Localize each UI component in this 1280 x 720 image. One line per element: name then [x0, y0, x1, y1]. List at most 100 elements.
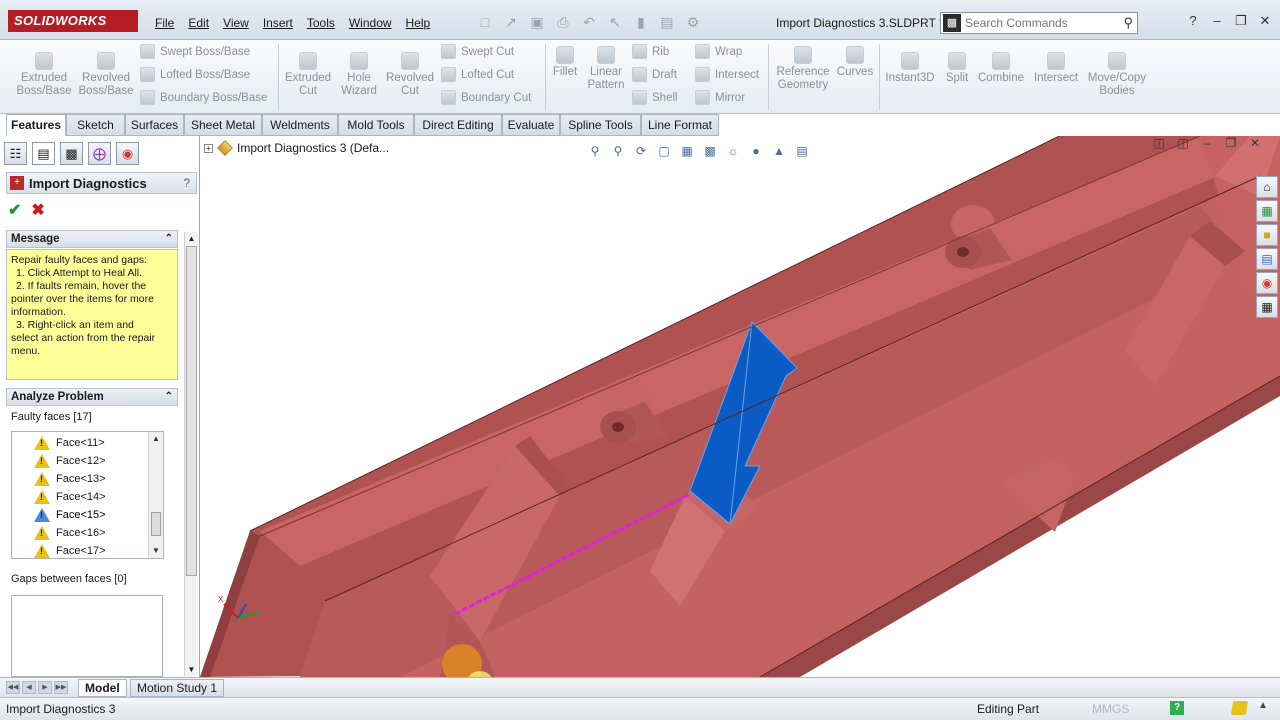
property-manager-tab-icon[interactable]: ▤: [32, 142, 55, 165]
last-tab-icon[interactable]: ▶▶: [54, 681, 68, 694]
scroll-up-icon[interactable]: ▲: [185, 232, 198, 245]
intersect-bodies-button[interactable]: Intersect: [1030, 52, 1082, 85]
boundary-boss-button[interactable]: Boundary Boss/Base: [140, 90, 267, 105]
wrap-button[interactable]: Wrap: [695, 44, 742, 59]
mirror-button[interactable]: Mirror: [695, 90, 745, 105]
combine-button[interactable]: Combine: [976, 52, 1026, 85]
minimize-viewport-icon[interactable]: –: [1200, 136, 1214, 150]
search-type-icon[interactable]: ▩: [943, 14, 961, 32]
new-document-icon[interactable]: □: [474, 12, 496, 32]
hide-show-items-icon[interactable]: ☼: [724, 142, 742, 160]
tree-root-label[interactable]: Import Diagnostics 3 (Defa...: [237, 141, 389, 155]
view-settings-icon[interactable]: ▤: [793, 142, 811, 160]
tab-motion-study-1[interactable]: Motion Study 1: [130, 679, 225, 697]
expand-icon[interactable]: +: [204, 143, 213, 153]
scroll-up-icon[interactable]: ▲: [149, 432, 163, 446]
zoom-to-fit-icon[interactable]: ⚲: [586, 142, 604, 160]
graphics-area[interactable]: + Import Diagnostics 3 (Defa... ⚲ ⚲ ⟳ ▢ …: [200, 136, 1280, 677]
split-button[interactable]: Split: [940, 52, 974, 85]
print-icon[interactable]: ⎙: [552, 12, 574, 32]
file-properties-icon[interactable]: ▤: [656, 12, 678, 32]
display-style-icon[interactable]: ▩: [701, 142, 719, 160]
tab-surfaces[interactable]: Surfaces: [125, 114, 184, 136]
rebuild-status-icon[interactable]: ?: [1170, 701, 1184, 715]
revolved-cut-button[interactable]: Revolved Cut: [384, 52, 436, 98]
instant3d-button[interactable]: Instant3D: [882, 52, 938, 85]
cancel-x-icon[interactable]: ✖: [31, 200, 44, 220]
tab-direct-editing[interactable]: Direct Editing: [414, 114, 502, 136]
close-viewport-icon[interactable]: ✕: [1248, 136, 1262, 150]
search-icon[interactable]: ⚲: [1123, 15, 1133, 31]
status-units[interactable]: MMGS: [1092, 702, 1129, 716]
tab-line-format[interactable]: Line Format: [641, 114, 719, 136]
menu-file[interactable]: File: [148, 14, 181, 32]
collapse-chevron-icon[interactable]: ⌃: [165, 231, 173, 247]
solidworks-logo[interactable]: SOLIDWORKS: [8, 10, 138, 32]
options-icon[interactable]: ⚙: [682, 12, 704, 32]
tab-weldments[interactable]: Weldments: [262, 114, 338, 136]
first-tab-icon[interactable]: ◀◀: [6, 681, 20, 694]
draft-button[interactable]: Draft: [632, 67, 677, 82]
tab-sheet-metal[interactable]: Sheet Metal: [184, 114, 262, 136]
appearances-icon[interactable]: ◉: [1256, 272, 1278, 294]
dimxpert-manager-tab-icon[interactable]: ⨁: [88, 142, 111, 165]
menu-insert[interactable]: Insert: [256, 14, 300, 32]
status-more-icon[interactable]: ▲: [1258, 700, 1268, 711]
boundary-cut-button[interactable]: Boundary Cut: [441, 90, 531, 105]
hole-wizard-button[interactable]: Hole Wizard: [336, 52, 382, 98]
faulty-faces-list[interactable]: Face<11> Face<12> Face<13> Face<14> Face…: [11, 431, 164, 559]
search-commands-input[interactable]: [965, 16, 1115, 30]
list-item[interactable]: Face<17>: [34, 542, 106, 558]
next-tab-icon[interactable]: ▶: [38, 681, 52, 694]
split-horizontal-icon[interactable]: ◫: [1152, 136, 1166, 150]
list-item[interactable]: Face<14>: [34, 488, 106, 506]
home-icon[interactable]: ⌂: [1256, 176, 1278, 198]
list-item[interactable]: Face<15>: [34, 506, 106, 524]
tab-features[interactable]: Features: [6, 114, 66, 136]
restore-viewport-icon[interactable]: ❐: [1224, 136, 1238, 150]
menu-tools[interactable]: Tools: [300, 14, 342, 32]
face-list-scrollbar[interactable]: ▲ ▼: [148, 432, 163, 558]
tab-model[interactable]: Model: [78, 679, 127, 697]
section-view-icon[interactable]: ▢: [655, 142, 673, 160]
curves-button[interactable]: Curves: [834, 46, 876, 79]
scroll-down-icon[interactable]: ▼: [185, 663, 198, 676]
tags-icon[interactable]: [1230, 701, 1249, 715]
tab-mold-tools[interactable]: Mold Tools: [338, 114, 414, 136]
help-button[interactable]: ?: [183, 176, 190, 190]
view-orientation-icon[interactable]: ▦: [678, 142, 696, 160]
display-manager-tab-icon[interactable]: ◉: [116, 142, 139, 165]
lofted-boss-button[interactable]: Lofted Boss/Base: [140, 67, 250, 82]
shell-button[interactable]: Shell: [632, 90, 678, 105]
revolved-boss-button[interactable]: Revolved Boss/Base: [78, 52, 134, 98]
ok-check-icon[interactable]: ✔: [8, 200, 21, 220]
file-explorer-icon[interactable]: ■: [1256, 224, 1278, 246]
swept-boss-button[interactable]: Swept Boss/Base: [140, 44, 250, 59]
reference-geometry-button[interactable]: Reference Geometry: [774, 46, 832, 92]
gaps-list[interactable]: [11, 595, 163, 677]
configuration-manager-tab-icon[interactable]: ▩: [60, 142, 83, 165]
message-group-header[interactable]: Message ⌃: [6, 230, 178, 248]
list-item[interactable]: Face<12>: [34, 452, 106, 470]
swept-cut-button[interactable]: Swept Cut: [441, 44, 514, 59]
minimize-icon[interactable]: –: [1208, 12, 1226, 30]
menu-window[interactable]: Window: [342, 14, 399, 32]
tab-evaluate[interactable]: Evaluate: [502, 114, 560, 136]
scroll-thumb[interactable]: [151, 512, 161, 536]
tab-sketch[interactable]: Sketch: [66, 114, 125, 136]
view-palette-icon[interactable]: ▤: [1256, 248, 1278, 270]
split-vertical-icon[interactable]: ◫: [1176, 136, 1190, 150]
collapse-chevron-icon[interactable]: ⌃: [165, 389, 173, 405]
rib-button[interactable]: Rib: [632, 44, 669, 59]
previous-view-icon[interactable]: ⟳: [632, 142, 650, 160]
scroll-thumb[interactable]: [186, 246, 197, 576]
open-icon[interactable]: ↗: [500, 12, 522, 32]
apply-scene-icon[interactable]: ▲: [770, 142, 788, 160]
list-item[interactable]: Face<13>: [34, 470, 106, 488]
prev-tab-icon[interactable]: ◀: [22, 681, 36, 694]
extruded-boss-button[interactable]: Extruded Boss/Base: [14, 52, 74, 98]
panel-scrollbar[interactable]: ▲ ▼: [184, 232, 198, 676]
lofted-cut-button[interactable]: Lofted Cut: [441, 67, 514, 82]
fillet-button[interactable]: Fillet: [548, 46, 582, 79]
move-copy-bodies-button[interactable]: Move/Copy Bodies: [1084, 52, 1150, 98]
